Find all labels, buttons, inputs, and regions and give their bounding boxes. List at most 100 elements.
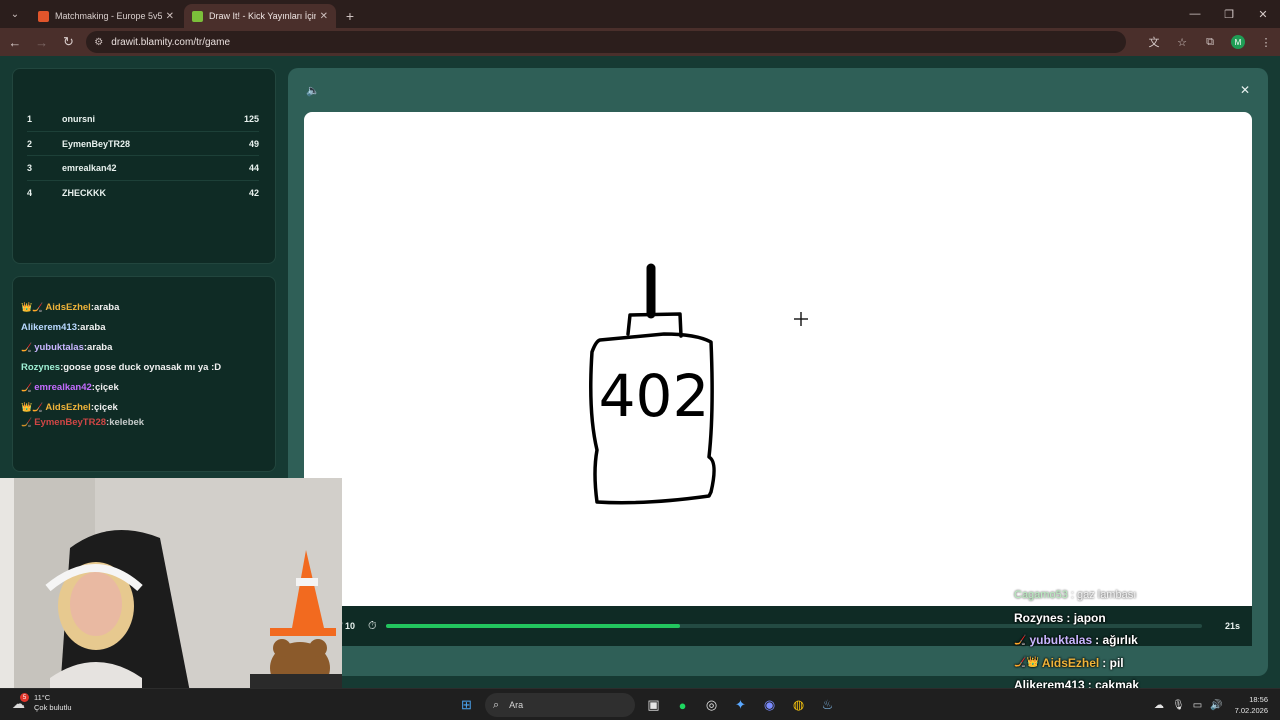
chat-separator: : xyxy=(1066,610,1074,625)
close-game-icon[interactable]: ✕ xyxy=(1240,83,1250,97)
leaderboard-name: ZHECKKK xyxy=(62,188,106,199)
browser-toolbar: ← → ↻ ⚙ drawit.blamity.com/tr/game 文 ☆ ⧉… xyxy=(0,28,1280,56)
sound-icon[interactable]: 🔈 xyxy=(306,84,320,97)
chat-message: 🏒 emrealkan42: çiçek xyxy=(21,377,267,397)
game-launcher-icon[interactable]: ✦ xyxy=(729,693,753,717)
taskbar-search[interactable]: ⌕ Ara xyxy=(485,693,635,717)
leaderboard-row: 4 ZHECKKK 42 xyxy=(27,181,259,206)
steam-icon[interactable]: ♨ xyxy=(816,693,840,717)
chat-message: 👑🏒 AidsEzhel: araba xyxy=(21,297,267,317)
stream-chat-message: 🏒 yubuktalas: ağırlık xyxy=(1008,629,1280,652)
drawing-canvas[interactable]: 402 xyxy=(304,112,1252,606)
tab-title: Matchmaking - Europe 5v5 Qu xyxy=(55,11,162,21)
search-placeholder: Ara xyxy=(509,700,524,710)
weather-badge: 5 xyxy=(20,693,29,702)
chat-username: Alikerem413 xyxy=(21,321,77,333)
leaderboard-rank: 2 xyxy=(27,138,33,149)
address-bar[interactable]: ⚙ drawit.blamity.com/tr/game xyxy=(86,31,1127,53)
task-view-icon[interactable]: ▣ xyxy=(642,693,666,717)
translate-icon[interactable]: 文 xyxy=(1140,30,1168,54)
tab-favicon-icon xyxy=(38,10,49,22)
round-counter: / 10 xyxy=(340,621,356,631)
drawing-text: 402 xyxy=(599,362,710,430)
chat-text: araba xyxy=(94,301,120,313)
stream-chat-text: ağırlık xyxy=(1102,633,1138,648)
leaderboard-rank: 4 xyxy=(27,188,33,199)
user-badge-icon: 🏒 xyxy=(21,341,33,352)
chat-username: AidsEzhel xyxy=(45,301,91,313)
new-tab-icon[interactable]: + xyxy=(338,4,362,28)
browser-tab-bar: ⌄ Matchmaking - Europe 5v5 Qu ✕ Draw It!… xyxy=(0,0,1280,28)
leaderboard-name: onursni xyxy=(62,113,95,124)
leaderboard-row: 1 onursni 125 xyxy=(27,107,259,132)
tab-title: Draw It! - Kick Yayınları İçin Çizi xyxy=(209,11,316,21)
stream-chat-message: 🏒👑 AidsEzhel: pil xyxy=(1008,652,1280,675)
chat-text: araba xyxy=(80,321,106,333)
weather-desc: Çok bulutlu xyxy=(34,703,72,712)
browser-menu-icon[interactable]: ⋮ xyxy=(1252,30,1280,54)
stream-chat-message: Cagamo53: gaz lambası xyxy=(1008,584,1280,607)
volume-icon[interactable]: 🔊 xyxy=(1210,700,1222,711)
onedrive-icon[interactable]: ☁ xyxy=(1154,700,1164,711)
leaderboard-panel: 1 onursni 125 2 EymenBeyTR28 49 3 emrealkan42 44… xyxy=(12,68,276,264)
chat-text: araba xyxy=(87,341,113,353)
discord-icon[interactable]: ◉ xyxy=(758,693,782,717)
minimize-icon[interactable]: — xyxy=(1178,0,1212,28)
time-progress-fill xyxy=(386,624,680,628)
tab-favicon-icon xyxy=(192,10,203,22)
windows-start-icon[interactable]: ⊞ xyxy=(455,693,479,717)
system-tray: ☁ 🎙 ▭ 🔊 18:56 7.02.2026 xyxy=(1146,693,1268,717)
extensions-icon[interactable]: ⧉ xyxy=(1196,30,1224,54)
leaderboard-rank: 1 xyxy=(27,113,33,124)
back-icon[interactable]: ← xyxy=(3,30,27,54)
taskbar-apps: ⊞ ⌕ Ara ▣ ● ◎ ✦ ◉ ◍ ♨ xyxy=(452,693,842,717)
restore-icon[interactable]: ❐ xyxy=(1212,0,1246,28)
weather-widget[interactable]: ☁ 5 11°C Çok bulutlu xyxy=(12,693,72,713)
leaderboard-rank: 3 xyxy=(27,163,33,174)
chat-message: 🏒 EymenBeyTR28: kelebek xyxy=(21,417,267,427)
chat-text: çiçek xyxy=(94,401,118,413)
bookmark-star-icon[interactable]: ☆ xyxy=(1168,30,1196,54)
clock-date: 7.02.2026 xyxy=(1234,706,1268,715)
window-close-icon[interactable]: ✕ xyxy=(1246,0,1280,28)
leaderboard-score: 42 xyxy=(248,188,259,199)
crosshair-cursor-icon xyxy=(794,312,808,326)
cloud-icon: ☁ 5 xyxy=(12,693,30,711)
tab-close-icon[interactable]: ✕ xyxy=(320,11,328,22)
chat-message: Alikerem413: araba xyxy=(21,317,267,337)
windows-taskbar: ☁ 5 11°C Çok bulutlu ⊞ ⌕ Ara ▣ ● ◎ ✦ ◉ ◍ … xyxy=(0,688,1280,720)
stream-chat-username: AidsEzhel xyxy=(1041,655,1100,670)
leaderboard-score: 49 xyxy=(248,138,259,149)
drawing-sketch: 402 xyxy=(589,263,808,505)
leaderboard-name: EymenBeyTR28 xyxy=(62,138,131,149)
network-icon[interactable]: ▭ xyxy=(1193,700,1202,711)
chat-message: 👑🏒 AidsEzhel: çiçek xyxy=(21,397,267,417)
site-info-icon[interactable]: ⚙ xyxy=(94,37,103,48)
stream-chat-text: gaz lambası xyxy=(1076,589,1137,602)
chat-username: emrealkan42 xyxy=(34,381,92,393)
chat-username: Rozynes xyxy=(21,361,61,373)
tab-matchmaking[interactable]: Matchmaking - Europe 5v5 Qu ✕ xyxy=(30,4,182,28)
chat-text: kelebek xyxy=(109,417,145,427)
chat-text: goose gose duck oynasak mı ya :D xyxy=(63,361,222,373)
chrome-icon[interactable]: ◍ xyxy=(787,693,811,717)
clock-time: 18:56 xyxy=(1249,695,1268,704)
chat-username: yubuktalas xyxy=(34,341,84,353)
profile-avatar[interactable]: M xyxy=(1231,35,1246,49)
timer-icon: ⏱ xyxy=(368,619,377,632)
tab-drawit[interactable]: Draw It! - Kick Yayınları İçin Çizi ✕ xyxy=(184,4,336,28)
tab-search-icon[interactable]: ⌄ xyxy=(4,3,26,25)
user-badge-icon: 🏒 xyxy=(21,381,33,392)
stream-chat-username: yubuktalas xyxy=(1029,633,1093,648)
chat-username: AidsEzhel xyxy=(45,401,91,413)
clock[interactable]: 18:56 7.02.2026 xyxy=(1235,694,1268,716)
leaderboard-row: 2 EymenBeyTR28 49 xyxy=(27,132,259,157)
window-controls: — ❐ ✕ xyxy=(1178,0,1280,28)
webcam-overlay xyxy=(0,478,342,692)
microphone-icon[interactable]: 🎙 xyxy=(1172,700,1185,711)
steam-overlay-icon[interactable]: ◎ xyxy=(700,693,724,717)
forward-icon[interactable]: → xyxy=(30,30,54,54)
tab-close-icon[interactable]: ✕ xyxy=(166,11,174,22)
spotify-icon[interactable]: ● xyxy=(671,693,695,717)
reload-icon[interactable]: ↻ xyxy=(57,30,81,54)
